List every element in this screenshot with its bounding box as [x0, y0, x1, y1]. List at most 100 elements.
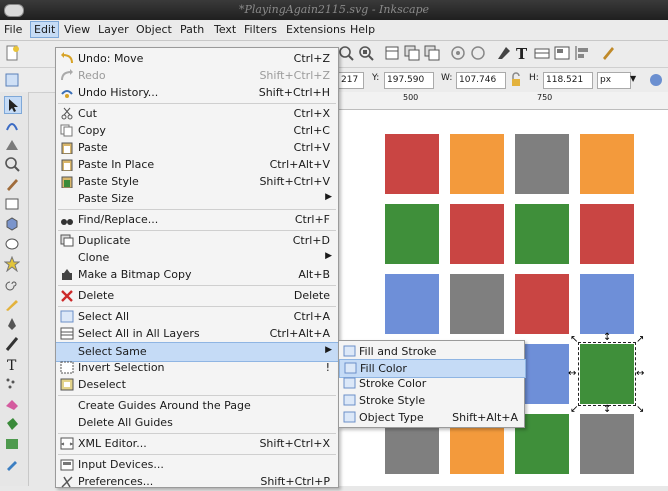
pencil-tool-icon[interactable]	[4, 296, 20, 312]
submenu-item-fill-and-stroke[interactable]: Fill and Stroke	[339, 343, 524, 360]
menu-object[interactable]: Object	[136, 23, 172, 36]
scale-handle-icon[interactable]: ↖	[570, 334, 578, 345]
scale-handle-icon[interactable]: ↔	[636, 368, 644, 379]
scale-handle-icon[interactable]: ↔	[568, 368, 576, 379]
canvas-square[interactable]	[580, 414, 634, 474]
canvas-square[interactable]	[450, 134, 504, 194]
canvas-square[interactable]	[450, 274, 504, 334]
spiral-tool-icon[interactable]	[4, 276, 20, 292]
ellipse-tool-icon[interactable]	[4, 236, 20, 252]
unit-dropdown-icon[interactable]: ▼	[630, 74, 636, 83]
menu-layer[interactable]: Layer	[98, 23, 129, 36]
menu-item-undo-history[interactable]: Undo History... Shift+Ctrl+H	[56, 84, 338, 102]
3d-box-tool-icon[interactable]	[4, 216, 20, 232]
menu-item-input-devices[interactable]: Input Devices...	[56, 456, 338, 474]
duplicate-tb-icon[interactable]	[384, 45, 400, 61]
menu-help[interactable]: Help	[350, 23, 375, 36]
rectangle-tool-icon[interactable]	[4, 196, 20, 212]
canvas-square[interactable]	[515, 204, 569, 264]
canvas-square[interactable]	[515, 134, 569, 194]
menu-item-redo[interactable]: Redo Shift+Ctrl+Z	[56, 67, 338, 85]
unlink-clone-icon[interactable]	[424, 45, 440, 61]
selector-tool-icon[interactable]	[4, 96, 22, 114]
menu-item-xml-editor[interactable]: XML Editor... Shift+Ctrl+X	[56, 435, 338, 453]
menu-file[interactable]: File	[4, 23, 22, 36]
w-field[interactable]: 107.746	[456, 72, 506, 89]
calligraphy-tool-icon[interactable]	[4, 336, 20, 352]
gradient-tool-icon[interactable]	[4, 436, 20, 452]
menu-view[interactable]: View	[64, 23, 90, 36]
menu-item-find-replace[interactable]: Find/Replace... Ctrl+F	[56, 211, 338, 229]
zoom-page-icon[interactable]	[338, 45, 354, 61]
x-field[interactable]: 217	[338, 72, 364, 89]
eraser-tool-icon[interactable]	[4, 396, 20, 412]
menu-item-paste-style[interactable]: Paste Style Shift+Ctrl+V	[56, 173, 338, 191]
scale-handle-icon[interactable]: ↗	[636, 334, 644, 345]
canvas-square[interactable]	[580, 134, 634, 194]
menu-item-select-all[interactable]: Select All Ctrl+A	[56, 308, 338, 326]
xml-icon[interactable]	[554, 45, 570, 61]
text-tool-icon[interactable]: T	[514, 45, 530, 61]
zoom-drawing-icon[interactable]	[358, 45, 374, 61]
canvas-square[interactable]	[580, 274, 634, 334]
menu-item-cut[interactable]: Cut Ctrl+X	[56, 105, 338, 123]
align-icon[interactable]	[574, 45, 590, 61]
canvas-square[interactable]	[580, 204, 634, 264]
layers-icon[interactable]	[534, 45, 550, 61]
unit-select[interactable]: px	[597, 72, 631, 89]
menu-item-select-all-in-all-layers[interactable]: Select All in All Layers Ctrl+Alt+A	[56, 325, 338, 343]
dropper-tool-icon[interactable]	[4, 456, 20, 472]
transform-option-icon[interactable]	[648, 72, 664, 88]
group-icon[interactable]	[450, 45, 466, 61]
menu-item-preferences[interactable]: Preferences... Shift+Ctrl+P	[56, 473, 338, 491]
menu-item-copy[interactable]: Copy Ctrl+C	[56, 122, 338, 140]
canvas-square[interactable]	[385, 274, 439, 334]
y-field[interactable]: 197.590	[384, 72, 434, 89]
measure-tool-icon[interactable]	[4, 176, 20, 192]
menu-text[interactable]: Text	[214, 23, 236, 36]
star-tool-icon[interactable]	[4, 256, 20, 272]
scale-handle-icon[interactable]: ↙	[570, 404, 578, 415]
spray-tool-icon[interactable]	[4, 376, 20, 392]
menu-edit[interactable]: Edit	[30, 21, 60, 38]
lock-icon[interactable]	[508, 72, 524, 88]
menu-path[interactable]: Path	[180, 23, 204, 36]
submenu-item-stroke-color[interactable]: Stroke Color	[339, 375, 524, 392]
new-document-icon[interactable]	[4, 45, 20, 61]
canvas-square[interactable]	[385, 134, 439, 194]
pen-tool-icon[interactable]	[4, 316, 20, 332]
menu-item-undo-move[interactable]: Undo: Move Ctrl+Z	[56, 50, 338, 68]
text-tool-left-icon[interactable]: T	[4, 356, 20, 372]
menu-item-delete-all-guides[interactable]: Delete All Guides	[56, 414, 338, 432]
menu-item-delete[interactable]: Delete Delete	[56, 287, 338, 305]
submenu-item-object-type[interactable]: Object Type Shift+Alt+A	[339, 409, 524, 426]
scale-handle-icon[interactable]: ↘	[636, 404, 644, 415]
fill-stroke-icon[interactable]	[496, 45, 512, 61]
node-tool-icon[interactable]	[4, 116, 20, 132]
scale-handle-icon[interactable]: ↕	[603, 404, 611, 415]
menu-item-paste-size[interactable]: Paste Size ▶	[56, 190, 338, 208]
menu-item-paste-in-place[interactable]: Paste In Place Ctrl+Alt+V	[56, 156, 338, 174]
ungroup-icon[interactable]	[470, 45, 486, 61]
menu-item-make-a-bitmap-copy[interactable]: Make a Bitmap Copy Alt+B	[56, 266, 338, 284]
tweak-tool-icon[interactable]	[4, 136, 20, 152]
drawing-canvas[interactable]: ↖ ↕ ↗ ↔ ↔ ↙ ↕ ↘	[337, 110, 668, 486]
menu-item-invert-selection[interactable]: Invert Selection!	[56, 359, 338, 377]
bucket-tool-icon[interactable]	[4, 416, 20, 432]
menu-extensions[interactable]: Extensions	[286, 23, 346, 36]
menu-item-paste[interactable]: Paste Ctrl+V	[56, 139, 338, 157]
zoom-tool-icon[interactable]	[4, 156, 20, 172]
menu-filters[interactable]: Filters	[244, 23, 277, 36]
submenu-item-stroke-style[interactable]: Stroke Style	[339, 392, 524, 409]
pen-icon[interactable]	[600, 45, 616, 61]
select-all-tb-icon[interactable]	[4, 72, 20, 88]
menu-item-duplicate[interactable]: Duplicate Ctrl+D	[56, 232, 338, 250]
menu-item-create-guides-around-the-page[interactable]: Create Guides Around the Page	[56, 397, 338, 415]
canvas-square[interactable]	[385, 204, 439, 264]
h-field[interactable]: 118.521	[543, 72, 593, 89]
scale-handle-icon[interactable]: ↕	[603, 332, 611, 343]
clone-tb-icon[interactable]	[404, 45, 420, 61]
canvas-square[interactable]	[515, 274, 569, 334]
menu-item-deselect[interactable]: Deselect	[56, 376, 338, 394]
canvas-square[interactable]	[450, 204, 504, 264]
